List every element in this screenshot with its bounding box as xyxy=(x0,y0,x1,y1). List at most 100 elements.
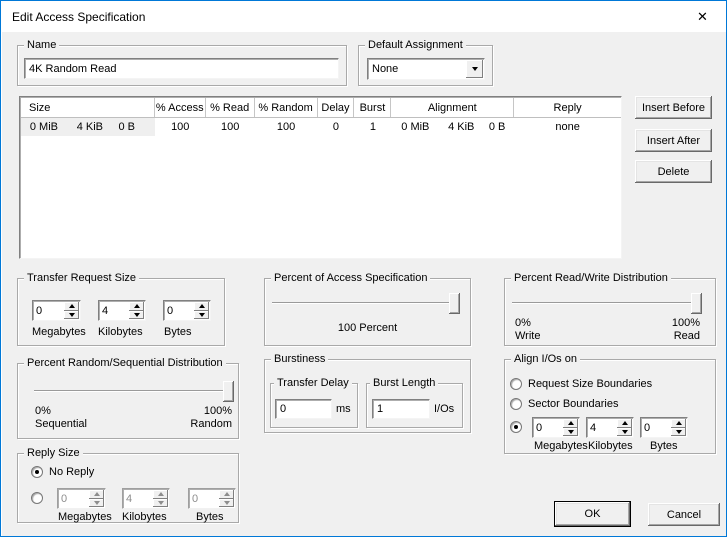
cell-access[interactable]: 100 xyxy=(155,118,206,136)
size-kilobytes: 4 KiB xyxy=(58,121,103,133)
trs-kilobytes-spinner[interactable]: 4 xyxy=(98,300,146,321)
trs-megabytes-value[interactable]: 0 xyxy=(33,301,64,320)
percent-access-slider-track[interactable] xyxy=(272,302,460,304)
sector-boundaries-radio[interactable] xyxy=(510,398,522,410)
request-size-boundaries-label[interactable]: Request Size Boundaries xyxy=(528,378,652,390)
spin-up-button[interactable] xyxy=(563,419,578,428)
chevron-down-icon xyxy=(472,67,478,71)
percent-read-write-label: Percent Read/Write Distribution xyxy=(511,271,671,285)
insert-after-button[interactable]: Insert After xyxy=(635,129,712,152)
align-megabytes-value[interactable]: 0 xyxy=(533,418,563,437)
column-header-random[interactable]: % Random xyxy=(255,98,318,117)
spin-down-button[interactable] xyxy=(671,428,686,437)
no-reply-radio[interactable] xyxy=(31,466,43,478)
spin-down-button[interactable] xyxy=(64,311,79,320)
request-size-boundaries-radio[interactable] xyxy=(510,378,522,390)
cancel-button[interactable]: Cancel xyxy=(648,503,720,526)
column-header-read[interactable]: % Read xyxy=(206,98,255,117)
read-write-slider-track[interactable] xyxy=(512,302,702,304)
alignment-bytes: 0 B xyxy=(474,121,505,133)
column-header-size[interactable]: Size xyxy=(21,98,155,117)
align-bytes-spinner[interactable]: 0 xyxy=(640,417,688,438)
random-caption: Random xyxy=(162,418,232,431)
align-kilobytes-spinner[interactable]: 4 xyxy=(586,417,634,438)
random-seq-slider-thumb[interactable] xyxy=(223,381,234,402)
burstiness-label: Burstiness xyxy=(271,352,328,366)
spin-down-button[interactable] xyxy=(617,428,632,437)
write-percent-value: 0% xyxy=(515,317,531,330)
spin-up-button xyxy=(219,490,234,499)
percent-access-slider-thumb[interactable] xyxy=(449,293,460,314)
cell-delay[interactable]: 0 xyxy=(318,118,355,136)
spin-up-button[interactable] xyxy=(194,302,209,311)
close-icon[interactable]: ✕ xyxy=(680,2,725,32)
alignment-kilobytes: 4 KiB xyxy=(429,121,474,133)
column-header-reply[interactable]: Reply xyxy=(514,98,621,117)
name-input[interactable]: 4K Random Read xyxy=(24,58,339,79)
reply-megabytes-value: 0 xyxy=(58,489,89,508)
unit-label-bytes: Bytes xyxy=(164,326,192,339)
custom-alignment-radio[interactable] xyxy=(510,421,522,433)
access-spec-table[interactable]: Size % Access % Read % Random Delay Burs… xyxy=(19,96,622,259)
spin-up-button xyxy=(89,490,104,499)
cell-alignment[interactable]: 0 MiB 4 KiB 0 B xyxy=(391,118,514,136)
write-caption: Write xyxy=(515,330,540,343)
spin-up-button[interactable] xyxy=(671,419,686,428)
custom-reply-radio[interactable] xyxy=(31,492,43,504)
cell-read[interactable]: 100 xyxy=(206,118,255,136)
spin-down-button[interactable] xyxy=(194,311,209,320)
burst-length-label: Burst Length xyxy=(370,376,438,390)
cell-reply[interactable]: none xyxy=(514,118,621,136)
trs-kilobytes-value[interactable]: 4 xyxy=(99,301,129,320)
spin-down-button[interactable] xyxy=(129,311,144,320)
spin-down-icon xyxy=(158,501,164,505)
column-header-alignment[interactable]: Alignment xyxy=(391,98,514,117)
combo-dropdown-button[interactable] xyxy=(466,60,483,78)
unit-label-bytes: Bytes xyxy=(650,440,678,453)
trs-bytes-spinner[interactable]: 0 xyxy=(163,300,211,321)
cell-size[interactable]: 0 MiB 4 KiB 0 B xyxy=(21,118,155,136)
cell-random[interactable]: 100 xyxy=(255,118,318,136)
cell-burst[interactable]: 1 xyxy=(354,118,391,136)
spin-down-button[interactable] xyxy=(563,428,578,437)
column-header-access[interactable]: % Access xyxy=(155,98,206,117)
spin-up-button[interactable] xyxy=(64,302,79,311)
transfer-delay-input[interactable]: 0 xyxy=(275,399,332,419)
size-megabytes: 0 MiB xyxy=(21,121,58,133)
column-header-delay[interactable]: Delay xyxy=(318,98,355,117)
reply-megabytes-spinner: 0 xyxy=(57,488,106,509)
percent-read-write-group: Percent Read/Write Distribution 0% Write… xyxy=(504,278,716,346)
align-ios-label: Align I/Os on xyxy=(511,352,580,366)
unit-label-kilobytes: Kilobytes xyxy=(588,440,633,453)
unit-label-megabytes: Megabytes xyxy=(534,440,588,453)
transfer-delay-group: Transfer Delay 0 ms xyxy=(270,383,358,428)
column-header-burst[interactable]: Burst xyxy=(354,98,391,117)
trs-megabytes-spinner[interactable]: 0 xyxy=(32,300,81,321)
default-assignment-select[interactable]: None xyxy=(367,58,485,80)
spin-down-button xyxy=(89,499,104,508)
reply-kilobytes-value: 4 xyxy=(123,489,153,508)
spin-up-button[interactable] xyxy=(129,302,144,311)
delete-button[interactable]: Delete xyxy=(635,160,712,183)
spin-down-icon xyxy=(94,501,100,505)
no-reply-label[interactable]: No Reply xyxy=(49,466,94,478)
name-group-label: Name xyxy=(24,38,59,52)
title-bar[interactable]: Edit Access Specification ✕ xyxy=(2,2,725,32)
sector-boundaries-label[interactable]: Sector Boundaries xyxy=(528,398,619,410)
percent-random-seq-label: Percent Random/Sequential Distribution xyxy=(24,356,226,370)
table-header: Size % Access % Read % Random Delay Burs… xyxy=(21,98,621,118)
burst-length-input[interactable]: 1 xyxy=(372,399,430,419)
align-bytes-value[interactable]: 0 xyxy=(641,418,671,437)
burst-length-unit: I/Os xyxy=(434,403,454,416)
reply-bytes-spinner: 0 xyxy=(188,488,236,509)
table-row[interactable]: 0 MiB 4 KiB 0 B 100 100 100 0 1 0 MiB 4 … xyxy=(21,118,621,136)
insert-before-button[interactable]: Insert Before xyxy=(635,96,712,119)
align-megabytes-spinner[interactable]: 0 xyxy=(532,417,580,438)
spin-up-button[interactable] xyxy=(617,419,632,428)
trs-bytes-value[interactable]: 0 xyxy=(164,301,194,320)
align-ios-group: Align I/Os on Request Size Boundaries Se… xyxy=(504,359,716,454)
read-write-slider-thumb[interactable] xyxy=(691,293,702,314)
align-kilobytes-value[interactable]: 4 xyxy=(587,418,617,437)
random-seq-slider-track[interactable] xyxy=(34,390,234,392)
ok-button[interactable]: OK xyxy=(554,501,631,527)
